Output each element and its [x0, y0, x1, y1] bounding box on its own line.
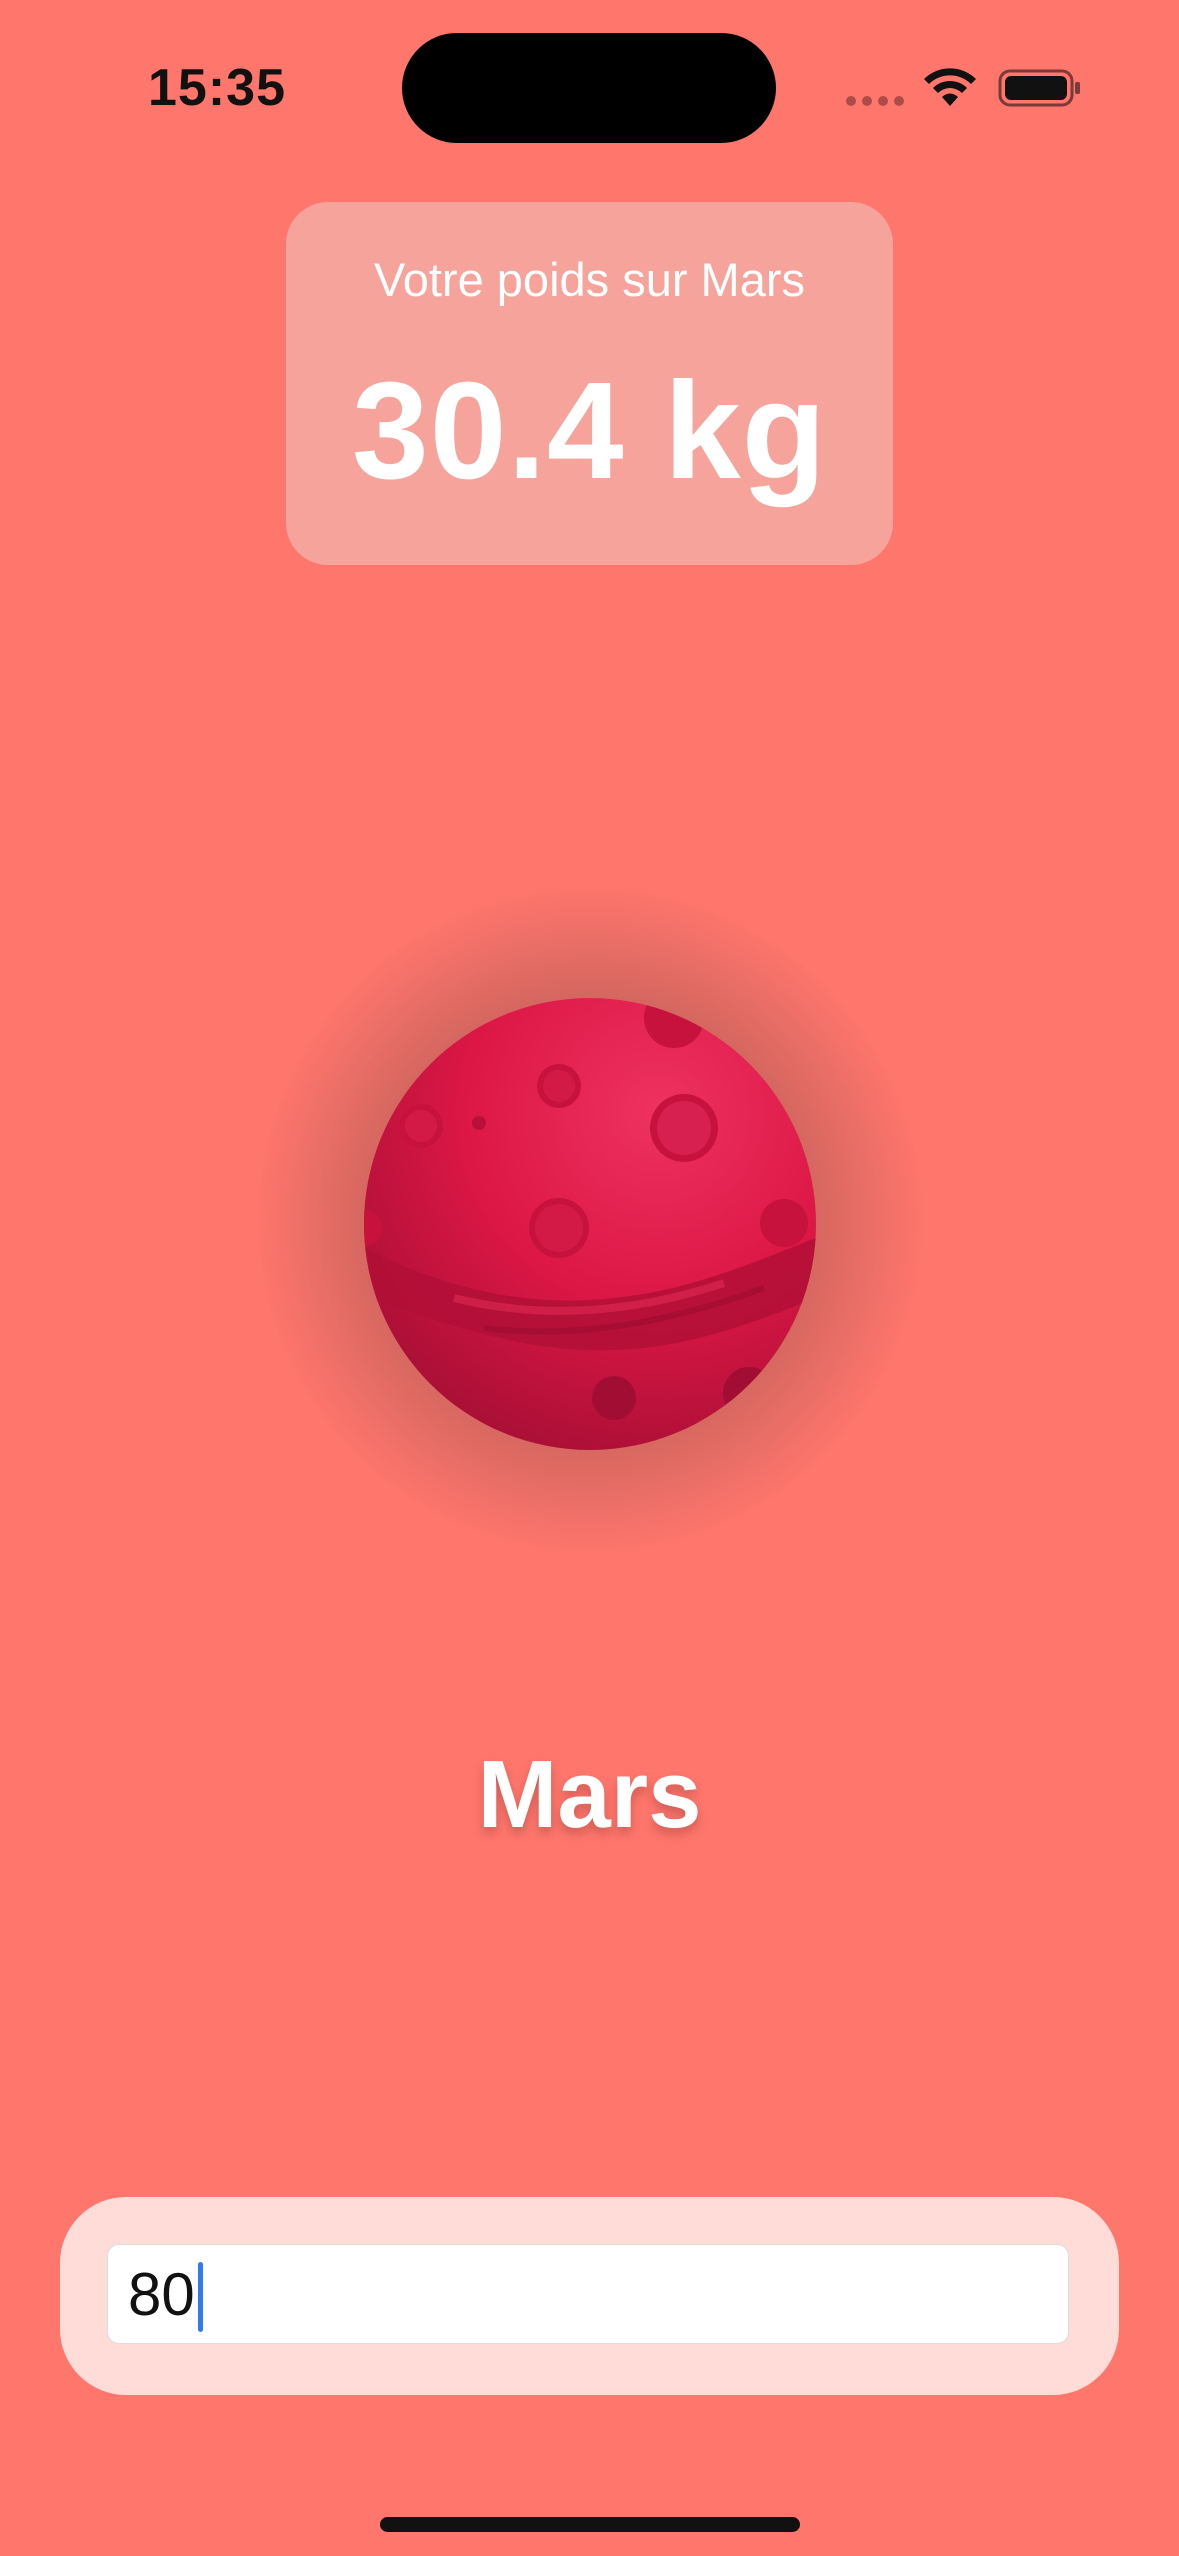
home-indicator[interactable] — [380, 2517, 800, 2532]
status-bar: 15:35 — [0, 0, 1179, 170]
planet-name: Mars — [477, 1741, 702, 1848]
text-cursor — [198, 2262, 203, 2332]
weight-caption: Votre poids sur Mars — [373, 253, 805, 306]
battery-icon — [998, 69, 1080, 107]
wifi-icon — [924, 68, 976, 106]
weight-result-card: Votre poids sur Mars 30.4 kg — [286, 202, 893, 565]
input-panel — [60, 2197, 1119, 2395]
dynamic-island — [402, 33, 776, 143]
weight-value: 30.4 kg — [352, 354, 827, 508]
weight-input[interactable] — [107, 2244, 1069, 2344]
status-time: 15:35 — [148, 59, 286, 117]
mars-planet-icon — [364, 998, 816, 1450]
cellular-signal-icon — [846, 96, 904, 106]
